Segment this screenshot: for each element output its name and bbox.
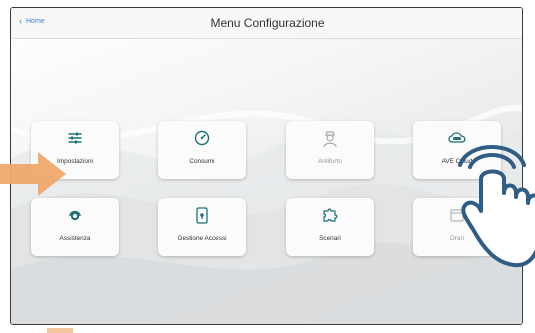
tile-assistenza[interactable]: Assistenza bbox=[31, 198, 119, 256]
settings-sliders-icon bbox=[31, 130, 119, 146]
top-bar: ‹ Home Menu Configurazione bbox=[11, 8, 522, 39]
tile-consumi[interactable]: Consumi bbox=[158, 121, 246, 179]
tile-antifurto[interactable]: Antifurto bbox=[286, 121, 374, 179]
page-title: Menu Configurazione bbox=[210, 16, 325, 30]
headset-icon bbox=[31, 207, 119, 223]
access-phone-icon bbox=[158, 207, 246, 224]
device-screen: ‹ Home Menu Configurazione Impostazioni … bbox=[10, 7, 523, 325]
pointer-arrow-icon bbox=[0, 152, 66, 196]
security-guard-icon bbox=[286, 130, 374, 148]
decorative-mark bbox=[47, 328, 73, 333]
tile-label: Scenari bbox=[319, 235, 341, 242]
tile-label: Gestione Accessi bbox=[177, 235, 227, 242]
tile-label: Consumi bbox=[189, 158, 215, 165]
tile-scenari[interactable]: Scenari bbox=[286, 198, 374, 256]
tile-label: Antifurto bbox=[318, 158, 342, 165]
gauge-icon bbox=[158, 130, 246, 146]
puzzle-icon bbox=[286, 207, 374, 223]
wave-background bbox=[11, 105, 522, 324]
tile-gestione-accessi[interactable]: Gestione Accessi bbox=[158, 198, 246, 256]
tile-label: Assistenza bbox=[59, 235, 91, 242]
tap-hand-icon bbox=[458, 145, 535, 268]
